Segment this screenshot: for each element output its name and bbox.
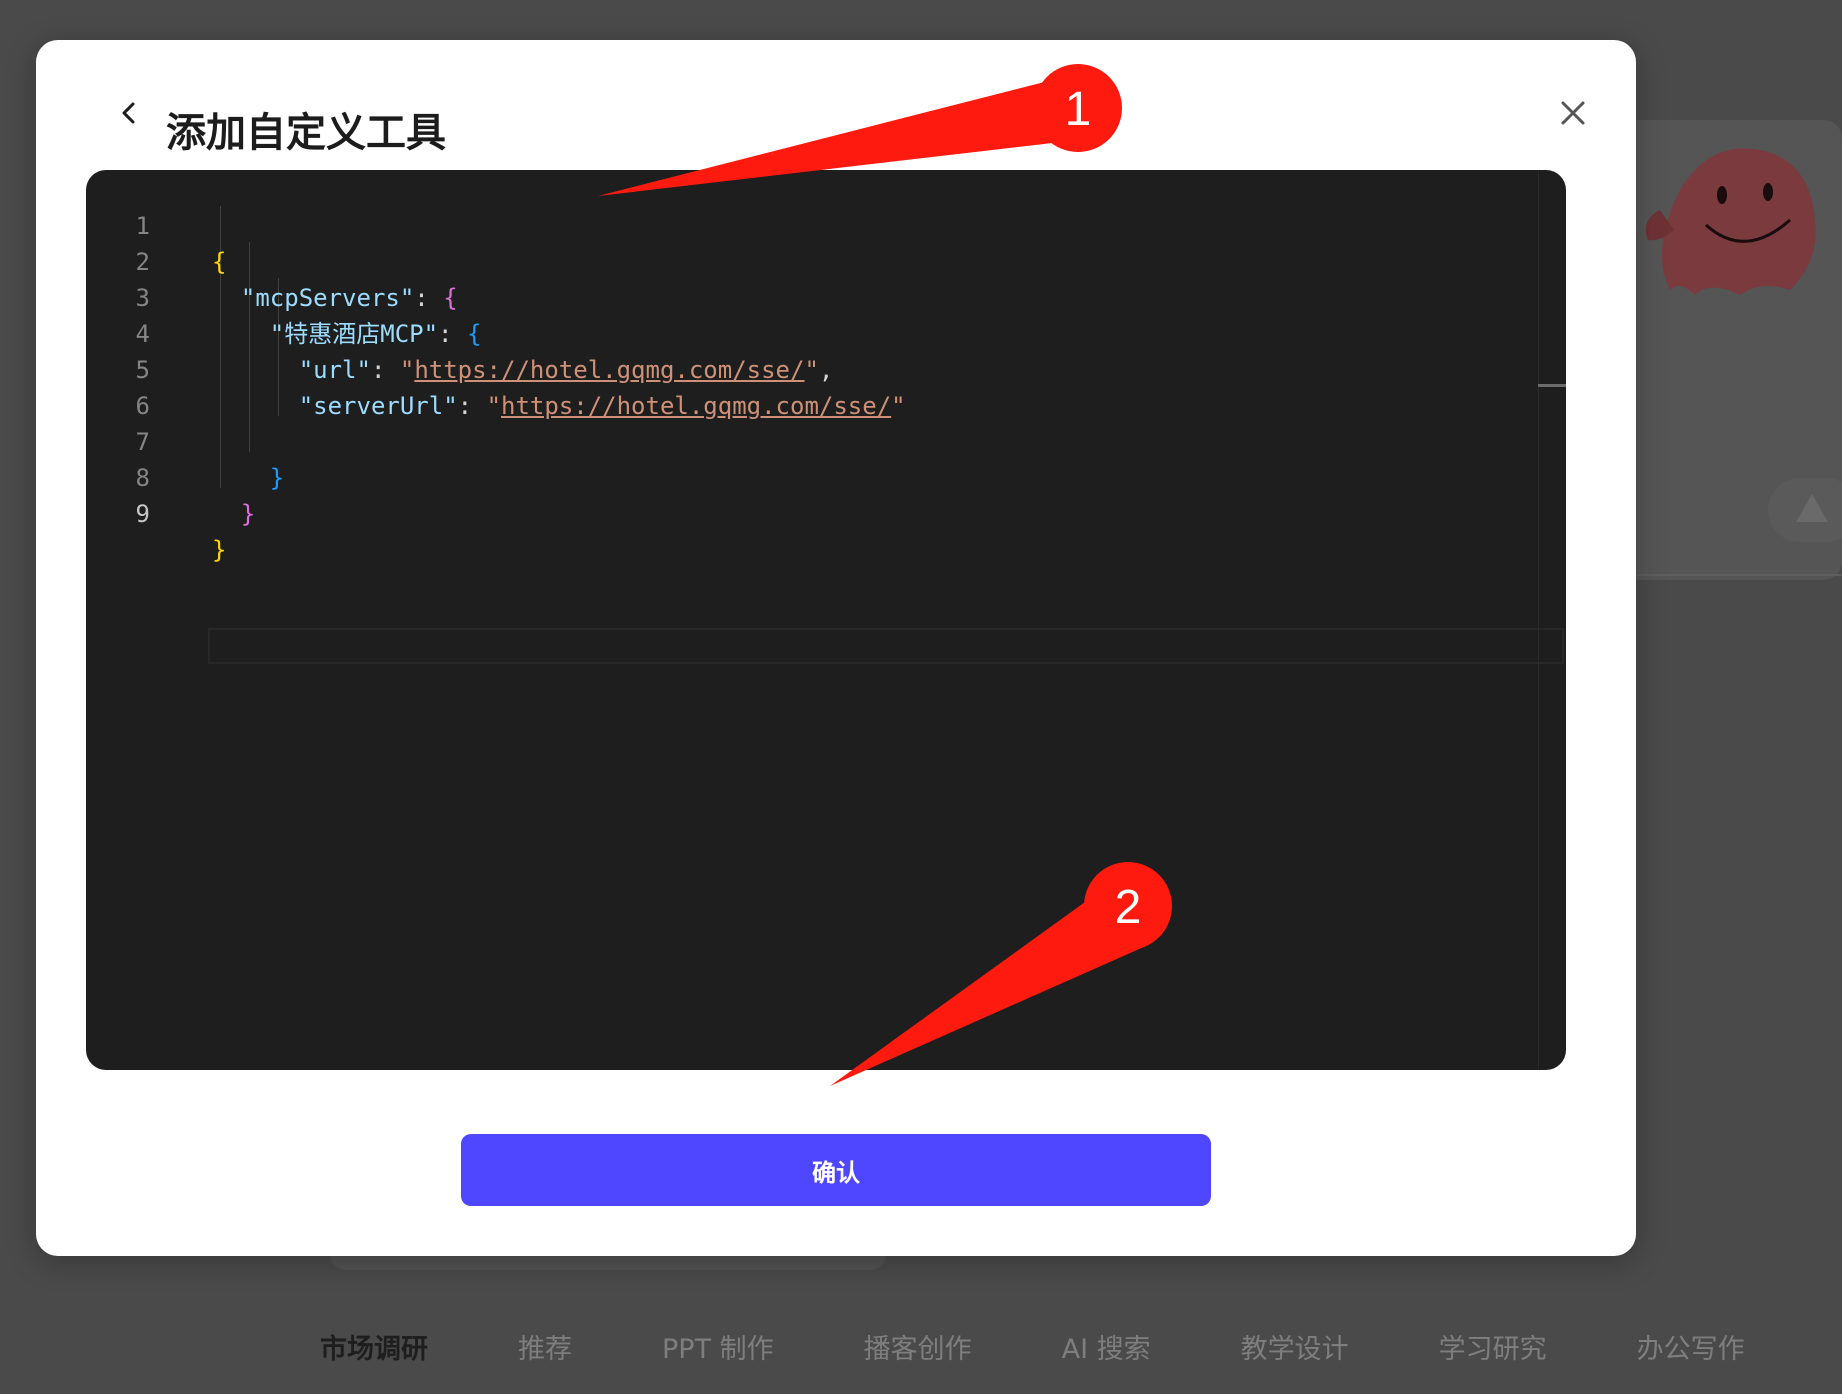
app-background: 市场调研 推荐 PPT 制作 播客创作 AI 搜索 教学设计 学习研究 办公写作…: [0, 0, 1842, 1394]
code-line: 9 }: [86, 460, 1566, 564]
tab-market-research[interactable]: 市场调研: [320, 1327, 428, 1366]
category-tabs: 市场调研 推荐 PPT 制作 播客创作 AI 搜索 教学设计 学习研究 办公写作: [320, 1316, 1842, 1376]
tab-podcast[interactable]: 播客创作: [864, 1327, 972, 1366]
tab-recommended[interactable]: 推荐: [518, 1327, 572, 1366]
mascot-illustration: [1645, 148, 1816, 295]
code-line: 6: [86, 352, 1566, 420]
code-line: 4 "url": "https://hotel.gqmg.com/sse/",: [86, 280, 1566, 384]
code-line: 8 }: [86, 424, 1566, 528]
send-arrow-icon: [1796, 494, 1828, 522]
code-line: 1 {: [86, 172, 1566, 276]
code-line: 2 "mcpServers": {: [86, 208, 1566, 312]
tab-ppt[interactable]: PPT 制作: [662, 1327, 774, 1366]
tab-ai-search[interactable]: AI 搜索: [1062, 1327, 1151, 1366]
line-number: 9: [135, 500, 150, 528]
code-line: 3 "特惠酒店MCP": {: [86, 244, 1566, 348]
close-button[interactable]: [1550, 90, 1596, 136]
json-code-editor[interactable]: 1 { 2 "mcpServers": { 3 "特惠酒店MCP": { 4 "…: [86, 170, 1566, 1070]
chevron-left-icon: [122, 102, 135, 124]
code-line: 5 "serverUrl": "https://hotel.gqmg.com/s…: [86, 316, 1566, 420]
code-line: 7 }: [86, 388, 1566, 492]
tab-office-writing[interactable]: 办公写作: [1637, 1327, 1745, 1366]
custom-tool-dialog: 添加自定义工具 1 { 2 "mcpServers": {3 "特惠酒店MCP…: [36, 40, 1636, 1256]
confirm-button[interactable]: 确认: [461, 1134, 1211, 1206]
tab-study[interactable]: 学习研究: [1439, 1327, 1547, 1366]
tab-teaching[interactable]: 教学设计: [1241, 1327, 1349, 1366]
dialog-title: 添加自定义工具: [166, 110, 446, 156]
current-line-highlight: [208, 628, 1564, 664]
back-button[interactable]: [106, 90, 152, 136]
close-icon: [1561, 101, 1585, 125]
